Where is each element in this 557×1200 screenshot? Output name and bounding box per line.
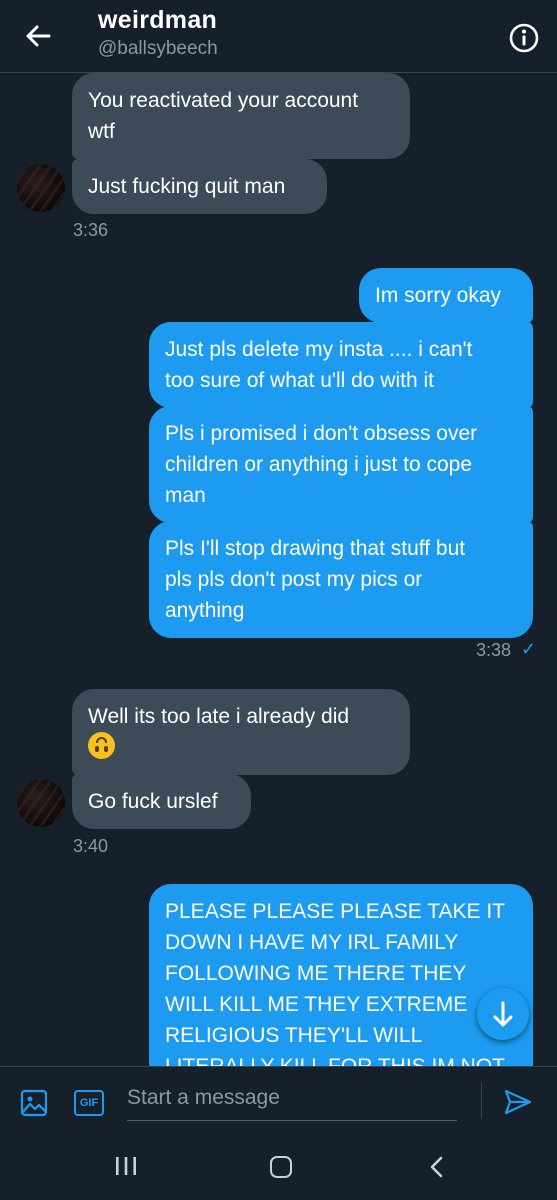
message-timestamp: 3:40 xyxy=(73,836,109,856)
message-line: RELIGIOUS THEY'LL WILL xyxy=(165,1024,423,1047)
upside-down-face-emoji xyxy=(88,732,115,759)
info-icon[interactable] xyxy=(508,22,540,54)
message-bubble-incoming[interactable]: You reactivated your account wtf xyxy=(72,73,410,159)
message-bubble-incoming[interactable]: Go fuck urslef xyxy=(72,774,251,829)
message-thread[interactable]: You reactivated your account wtf Just fu… xyxy=(0,73,557,1066)
chevron-left-icon[interactable] xyxy=(428,1156,444,1178)
message-line: Well its too late i already did xyxy=(88,705,350,728)
message-line: Pls i promised i don't obsess over xyxy=(165,422,478,445)
message-line: children or anything i just to cope xyxy=(165,453,473,476)
conversation-header: weirdman @ballsybeech xyxy=(0,0,557,73)
message-line: pls pls don't post my pics or xyxy=(165,568,423,591)
divider xyxy=(481,1083,482,1119)
message-line: Just fucking quit man xyxy=(88,175,286,198)
message-line: Im sorry okay xyxy=(375,284,502,307)
message-bubble-outgoing[interactable]: Im sorry okay xyxy=(359,268,533,323)
home-icon[interactable] xyxy=(270,1156,292,1178)
message-line: Pls I'll stop drawing that stuff but xyxy=(165,537,466,560)
conversation-title[interactable]: weirdman xyxy=(98,6,217,35)
message-timestamp: 3:36 xyxy=(73,220,109,240)
system-navigation-bar xyxy=(0,1132,557,1200)
gif-icon[interactable]: GIF xyxy=(74,1090,104,1116)
conversation-handle[interactable]: @ballsybeech xyxy=(98,38,218,60)
recent-apps-icon[interactable] xyxy=(114,1156,138,1176)
image-icon[interactable] xyxy=(20,1089,48,1117)
read-receipt-icon: ✓ xyxy=(521,639,537,659)
message-line: wtf xyxy=(88,120,115,143)
message-line: WILL KILL ME THEY EXTREME xyxy=(165,993,468,1016)
message-composer: GIF Start a message xyxy=(0,1066,557,1132)
message-bubble-outgoing[interactable]: Pls I'll stop drawing that stuff but pls… xyxy=(149,521,533,638)
scroll-to-bottom-button[interactable] xyxy=(477,988,529,1040)
message-line: Go fuck urslef xyxy=(88,790,218,813)
message-line: Just pls delete my insta .... i can't xyxy=(165,338,473,361)
avatar[interactable] xyxy=(17,779,65,827)
message-line: You reactivated your account xyxy=(88,89,359,112)
message-bubble-incoming[interactable]: Just fucking quit man xyxy=(72,159,327,214)
message-line: anything xyxy=(165,599,245,622)
message-line: DOWN I HAVE MY IRL FAMILY xyxy=(165,931,459,954)
message-line: PLEASE PLEASE PLEASE TAKE IT xyxy=(165,900,506,923)
message-timestamp: 3:38 xyxy=(476,640,512,660)
message-bubble-outgoing[interactable]: Just pls delete my insta .... i can't to… xyxy=(149,322,533,408)
message-bubble-incoming[interactable]: Well its too late i already did xyxy=(72,689,410,775)
send-icon[interactable] xyxy=(503,1087,533,1117)
message-line: man xyxy=(165,484,206,507)
message-line: LITERALLY KILL FOR THIS IM NOT xyxy=(165,1051,517,1066)
avatar[interactable] xyxy=(17,164,65,212)
message-line: too sure of what u'll do with it xyxy=(165,369,434,392)
message-line: FOLLOWING ME THERE THEY xyxy=(165,962,467,985)
message-input[interactable]: Start a message xyxy=(127,1081,457,1121)
arrow-left-icon[interactable] xyxy=(22,20,54,52)
arrow-down-icon xyxy=(493,1001,513,1027)
message-bubble-outgoing[interactable]: Pls i promised i don't obsess over child… xyxy=(149,406,533,523)
message-bubble-outgoing[interactable]: PLEASE PLEASE PLEASE TAKE IT DOWN I HAVE… xyxy=(149,884,533,1066)
